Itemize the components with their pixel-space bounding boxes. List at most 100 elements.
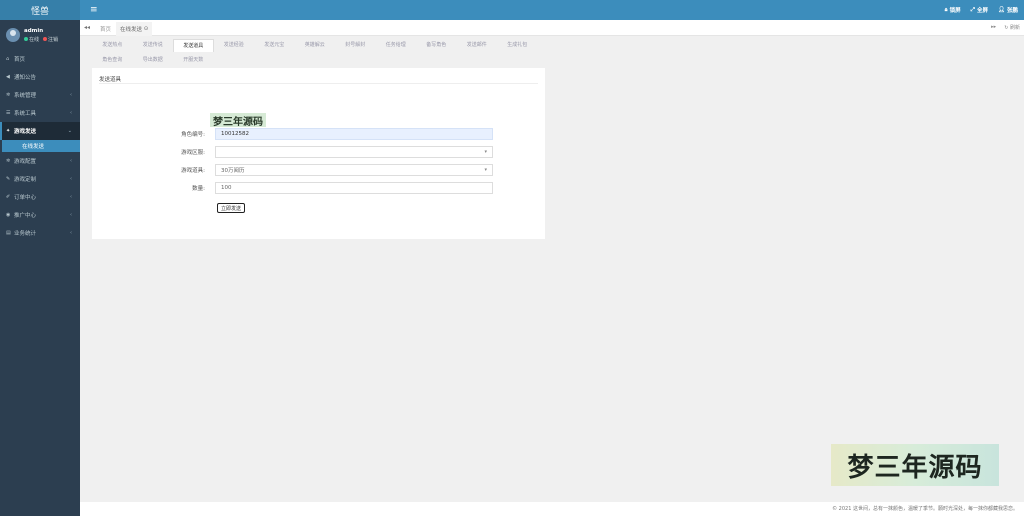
server-zone-label: 游戏区服:	[181, 150, 205, 156]
game-item-select[interactable]: 30万阅历 ▾	[215, 164, 493, 176]
game-item-value: 30万阅历	[221, 168, 245, 174]
lock-icon: 🔒︎	[944, 6, 948, 13]
user-name: admin	[24, 27, 44, 34]
sidebar-item-label: 游戏配置	[14, 159, 37, 165]
chevron-left-icon: ‹	[70, 194, 72, 200]
sidebar-item-label: 游戏定制	[14, 177, 37, 183]
watermark-large: 梦三年源码	[831, 444, 999, 486]
gear-icon: ✲	[6, 92, 11, 98]
fullscreen-label: 全屏	[976, 8, 988, 14]
subnav-link[interactable]: 生成礼包	[497, 39, 538, 52]
form-row-qty: 数量: 100	[92, 182, 545, 194]
account-menu[interactable]: 👤︎ 张鹏	[998, 6, 1018, 14]
send-now-button[interactable]: 立即发送	[217, 203, 246, 213]
subnav-link[interactable]: 任务给理	[376, 39, 417, 52]
chevron-left-icon: ‹	[70, 110, 72, 116]
chevron-down-icon: ⌄	[67, 128, 72, 134]
server-zone-select[interactable]: ▾	[215, 146, 493, 158]
tab-strip: ◂◂ 首页 在线发送 ⊙ ▸▸ ↻ 刷新	[80, 20, 1024, 36]
subnav-link[interactable]: 发送热点	[92, 39, 133, 52]
home-icon: ⌂	[6, 56, 10, 62]
tab-scroll-left-icon[interactable]: ◂◂	[84, 24, 90, 31]
menu-toggle-icon[interactable]: ≡	[90, 5, 98, 15]
top-navbar: ≡ 🔒︎ 锁屏 ⤢ 全屏 👤︎ 张鹏	[80, 0, 1024, 20]
sidebar-item-system[interactable]: ✲ 系统管理 ‹	[0, 86, 80, 104]
sidebar-item-label: 业务统计	[14, 231, 37, 237]
refresh-label: 刷新	[1009, 25, 1020, 31]
refresh-button[interactable]: ↻ 刷新	[1004, 24, 1020, 31]
chevron-down-icon: ▾	[484, 149, 487, 155]
tab-scroll-right-icon[interactable]: ▸▸	[991, 24, 996, 31]
chart-icon: ▤	[6, 230, 11, 236]
chevron-left-icon: ‹	[70, 176, 72, 182]
chevron-left-icon: ‹	[70, 212, 72, 218]
subnav-link[interactable]: 发送传说	[133, 39, 174, 52]
eye-icon: ◉	[6, 212, 11, 218]
watermark-small: 梦三年源码	[210, 113, 266, 128]
sidebar-subitem-online-send[interactable]: 在线发送	[2, 140, 80, 152]
fullscreen-button[interactable]: ⤢ 全屏	[970, 6, 988, 15]
form-row-role: 角色编号: 10012582	[92, 128, 545, 140]
avatar	[6, 28, 20, 42]
subnav-link[interactable]: 英雄解云	[295, 39, 336, 52]
sidebar-item-orders[interactable]: ✐ 订单中心 ‹	[0, 188, 80, 206]
chevron-left-icon: ‹	[70, 158, 72, 164]
sidebar-item-game-config[interactable]: ✲ 游戏配置 ‹	[0, 152, 80, 170]
logout-dot-icon	[43, 37, 48, 41]
sidebar-item-label: 推广中心	[14, 213, 37, 219]
sidebar-item-label: 系统工具	[14, 111, 37, 117]
sidebar-item-game-send[interactable]: ✦ 游戏发送 ⌄	[0, 122, 80, 140]
subnav-link[interactable]: 开服天数	[173, 54, 214, 67]
tab-online-send[interactable]: 在线发送 ⊙	[116, 22, 153, 36]
main-content: 发送热点 发送传说 发送道具 发送经验 发送元宝 英雄解云 封号解封 任务给理 备写角色 发送邮件…	[80, 36, 1024, 502]
subnav-link[interactable]: 角色查询	[92, 54, 133, 67]
pencil-icon: ✐	[6, 194, 11, 200]
user-panel: admin 在线 注销	[0, 20, 80, 50]
subnav-link[interactable]: 发送道具	[173, 39, 214, 52]
subnav-link[interactable]: 发送元宝	[254, 39, 295, 52]
sub-navigation: 发送热点 发送传说 发送道具 发送经验 发送元宝 英雄解云 封号解封 任务给理 备写角色 发送邮件…	[92, 38, 622, 68]
divider	[99, 83, 538, 84]
account-label: 张鹏	[1006, 8, 1018, 14]
quantity-input[interactable]: 100	[215, 182, 493, 194]
tab-home[interactable]: 首页	[96, 22, 115, 36]
game-item-label: 游戏道具:	[181, 168, 205, 174]
chevron-left-icon: ‹	[70, 230, 72, 236]
sidebar-item-notice[interactable]: ◀ 通知公告	[0, 68, 80, 86]
user-icon: 👤︎	[998, 7, 1005, 13]
edit-icon: ✎	[6, 176, 11, 182]
subnav-link[interactable]: 备写角色	[416, 39, 457, 52]
status-online-label: 在线	[29, 36, 40, 43]
sidebar-item-home[interactable]: ⌂ 首页	[0, 50, 80, 68]
tab-label: 在线发送	[120, 27, 143, 33]
logout-label: 注销	[48, 36, 59, 43]
close-icon[interactable]: ⊙	[144, 26, 149, 32]
subnav-link[interactable]: 导出数据	[133, 54, 174, 67]
chevron-down-icon: ▾	[484, 167, 487, 173]
sidebar-item-label: 通知公告	[14, 75, 37, 81]
sidebar-item-game-custom[interactable]: ✎ 游戏定制 ‹	[0, 170, 80, 188]
role-id-input[interactable]: 10012582	[215, 128, 493, 140]
send-item-panel: 发送道具 角色编号: 10012582 游戏区服: ▾ 游戏道具: 30万阅历 ▾…	[92, 68, 545, 239]
gamepad-icon: ✦	[6, 128, 11, 134]
logout-link[interactable]: 注销	[43, 36, 58, 43]
sidebar: 怪兽 admin 在线 注销 ⌂ 首页 ◀ 通知公告 ✲ 系统管理 ‹ ☰ 系统工具 ‹ ✦…	[0, 0, 80, 516]
footer: © 2021 这世间，总有一抹颜色，温暖了季节。願时光深处，每一抹你都藏我思恋。	[80, 502, 1024, 516]
refresh-icon: ↻	[1004, 25, 1009, 31]
sidebar-item-stats[interactable]: ▤ 业务统计 ‹	[0, 224, 80, 242]
tools-icon: ☰	[6, 110, 11, 116]
subnav-link[interactable]: 封号解封	[335, 39, 376, 52]
form-row-item: 游戏道具: 30万阅历 ▾	[92, 164, 545, 176]
chevron-left-icon: ‹	[70, 92, 72, 98]
sidebar-item-promotion[interactable]: ◉ 推广中心 ‹	[0, 206, 80, 224]
expand-icon: ⤢	[970, 6, 975, 13]
subnav-link[interactable]: 发送邮件	[457, 39, 498, 52]
brand-logo[interactable]: 怪兽	[0, 0, 80, 20]
footer-text: © 2021 这世间，总有一抹颜色，温暖了季节。願时光深处，每一抹你都藏我思恋。	[832, 506, 1018, 512]
subnav-link[interactable]: 发送经验	[214, 39, 255, 52]
gear-icon: ✲	[6, 158, 11, 164]
sidebar-item-tools[interactable]: ☰ 系统工具 ‹	[0, 104, 80, 122]
panel-title: 发送道具	[99, 77, 122, 83]
sidebar-item-label: 首页	[14, 57, 26, 63]
lock-screen-button[interactable]: 🔒︎ 锁屏	[944, 6, 961, 15]
